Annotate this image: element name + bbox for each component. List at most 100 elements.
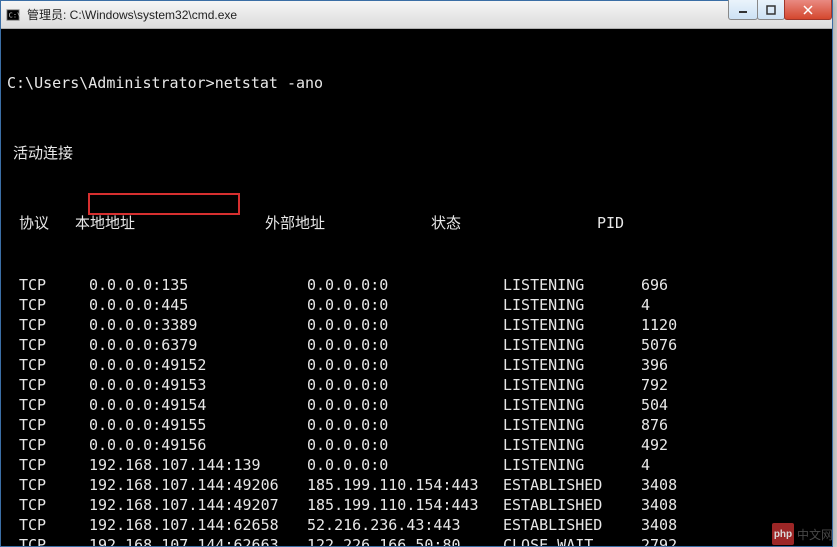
cell-local: 192.168.107.144:62663	[75, 535, 293, 546]
cell-state: LISTENING	[503, 415, 641, 435]
cell-proto: TCP	[19, 295, 75, 315]
table-row: TCP0.0.0.0:491540.0.0.0:0LISTENING504	[7, 395, 826, 415]
cell-local: 0.0.0.0:49156	[75, 435, 293, 455]
col-foreign: 外部地址	[265, 213, 431, 233]
table-row: TCP0.0.0.0:491530.0.0.0:0LISTENING792	[7, 375, 826, 395]
cell-proto: TCP	[19, 355, 75, 375]
close-button[interactable]	[784, 0, 832, 20]
window-controls	[729, 0, 832, 20]
cell-local: 192.168.107.144:139	[75, 455, 293, 475]
cell-proto: TCP	[19, 495, 75, 515]
cell-foreign: 0.0.0.0:0	[293, 375, 503, 395]
cell-local: 0.0.0.0:49153	[75, 375, 293, 395]
col-proto: 协议	[19, 213, 75, 233]
cell-pid: 696	[641, 275, 721, 295]
cmd-window: C:\ 管理员: C:\Windows\system32\cmd.exe C:\…	[0, 0, 833, 547]
cell-proto: TCP	[19, 415, 75, 435]
table-row: TCP0.0.0.0:491520.0.0.0:0LISTENING396	[7, 355, 826, 375]
table-row: TCP192.168.107.144:49207185.199.110.154:…	[7, 495, 826, 515]
table-row: TCP192.168.107.144:6265852.216.236.43:44…	[7, 515, 826, 535]
cell-proto: TCP	[19, 535, 75, 546]
table-row: TCP0.0.0.0:4450.0.0.0:0LISTENING4	[7, 295, 826, 315]
cell-pid: 5076	[641, 335, 721, 355]
col-state: 状态	[431, 213, 597, 233]
table-row: TCP0.0.0.0:1350.0.0.0:0LISTENING696	[7, 275, 826, 295]
cell-foreign: 0.0.0.0:0	[293, 395, 503, 415]
cell-pid: 1120	[641, 315, 721, 335]
cell-local: 192.168.107.144:49207	[75, 495, 293, 515]
cell-local: 0.0.0.0:6379	[75, 335, 293, 355]
cell-proto: TCP	[19, 335, 75, 355]
cell-pid: 396	[641, 355, 721, 375]
cell-state: LISTENING	[503, 355, 641, 375]
svg-text:C:\: C:\	[9, 11, 20, 19]
cell-local: 0.0.0.0:49154	[75, 395, 293, 415]
cell-proto: TCP	[19, 275, 75, 295]
cell-foreign: 0.0.0.0:0	[293, 415, 503, 435]
section-title: 活动连接	[7, 143, 826, 163]
cell-proto: TCP	[19, 475, 75, 495]
cell-proto: TCP	[19, 375, 75, 395]
cell-foreign: 0.0.0.0:0	[293, 335, 503, 355]
cell-foreign: 122.226.166.50:80	[293, 535, 503, 546]
command-prompt: C:\Users\Administrator>netstat -ano	[7, 73, 826, 93]
cell-state: ESTABLISHED	[503, 495, 641, 515]
table-header: 协议 本地地址 外部地址 状态 PID	[7, 213, 826, 233]
cell-pid: 3408	[641, 475, 721, 495]
cell-proto: TCP	[19, 395, 75, 415]
cell-state: ESTABLISHED	[503, 475, 641, 495]
table-row: TCP192.168.107.144:1390.0.0.0:0LISTENING…	[7, 455, 826, 475]
table-row: TCP0.0.0.0:63790.0.0.0:0LISTENING5076	[7, 335, 826, 355]
table-row: TCP192.168.107.144:62663122.226.166.50:8…	[7, 535, 826, 546]
cell-state: LISTENING	[503, 395, 641, 415]
window-title: 管理员: C:\Windows\system32\cmd.exe	[27, 6, 828, 23]
table-row: TCP0.0.0.0:33890.0.0.0:0LISTENING1120	[7, 315, 826, 335]
table-row: TCP192.168.107.144:49206185.199.110.154:…	[7, 475, 826, 495]
table-row: TCP0.0.0.0:491550.0.0.0:0LISTENING876	[7, 415, 826, 435]
cell-proto: TCP	[19, 435, 75, 455]
cell-local: 0.0.0.0:3389	[75, 315, 293, 335]
cell-pid: 4	[641, 455, 721, 475]
terminal-output[interactable]: C:\Users\Administrator>netstat -ano 活动连接…	[1, 29, 832, 546]
cell-state: LISTENING	[503, 455, 641, 475]
cell-pid: 504	[641, 395, 721, 415]
cell-state: LISTENING	[503, 315, 641, 335]
cell-local: 0.0.0.0:49152	[75, 355, 293, 375]
cell-foreign: 0.0.0.0:0	[293, 315, 503, 335]
minimize-button[interactable]	[728, 0, 758, 20]
cell-foreign: 0.0.0.0:0	[293, 435, 503, 455]
cell-state: LISTENING	[503, 335, 641, 355]
cell-foreign: 52.216.236.43:443	[293, 515, 503, 535]
cell-foreign: 0.0.0.0:0	[293, 275, 503, 295]
cell-proto: TCP	[19, 515, 75, 535]
col-local: 本地地址	[75, 213, 265, 233]
cell-proto: TCP	[19, 455, 75, 475]
cell-state: LISTENING	[503, 275, 641, 295]
cell-foreign: 185.199.110.154:443	[293, 475, 503, 495]
maximize-button[interactable]	[757, 0, 785, 20]
cell-pid: 792	[641, 375, 721, 395]
cell-state: LISTENING	[503, 375, 641, 395]
cell-proto: TCP	[19, 315, 75, 335]
cell-state: LISTENING	[503, 435, 641, 455]
table-body: TCP0.0.0.0:1350.0.0.0:0LISTENING696TCP0.…	[7, 275, 826, 546]
cell-local: 0.0.0.0:135	[75, 275, 293, 295]
cell-local: 0.0.0.0:445	[75, 295, 293, 315]
cell-foreign: 0.0.0.0:0	[293, 355, 503, 375]
cell-foreign: 185.199.110.154:443	[293, 495, 503, 515]
table-row: TCP0.0.0.0:491560.0.0.0:0LISTENING492	[7, 435, 826, 455]
cell-state: CLOSE_WAIT	[503, 535, 641, 546]
cell-pid: 2792	[641, 535, 721, 546]
cell-local: 192.168.107.144:62658	[75, 515, 293, 535]
cell-state: LISTENING	[503, 295, 641, 315]
cmd-icon: C:\	[5, 7, 21, 23]
cell-pid: 876	[641, 415, 721, 435]
cell-local: 0.0.0.0:49155	[75, 415, 293, 435]
cell-pid: 492	[641, 435, 721, 455]
cell-pid: 3408	[641, 515, 721, 535]
col-pid: PID	[597, 213, 677, 233]
cell-pid: 3408	[641, 495, 721, 515]
titlebar[interactable]: C:\ 管理员: C:\Windows\system32\cmd.exe	[1, 1, 832, 29]
cell-foreign: 0.0.0.0:0	[293, 295, 503, 315]
cell-state: ESTABLISHED	[503, 515, 641, 535]
